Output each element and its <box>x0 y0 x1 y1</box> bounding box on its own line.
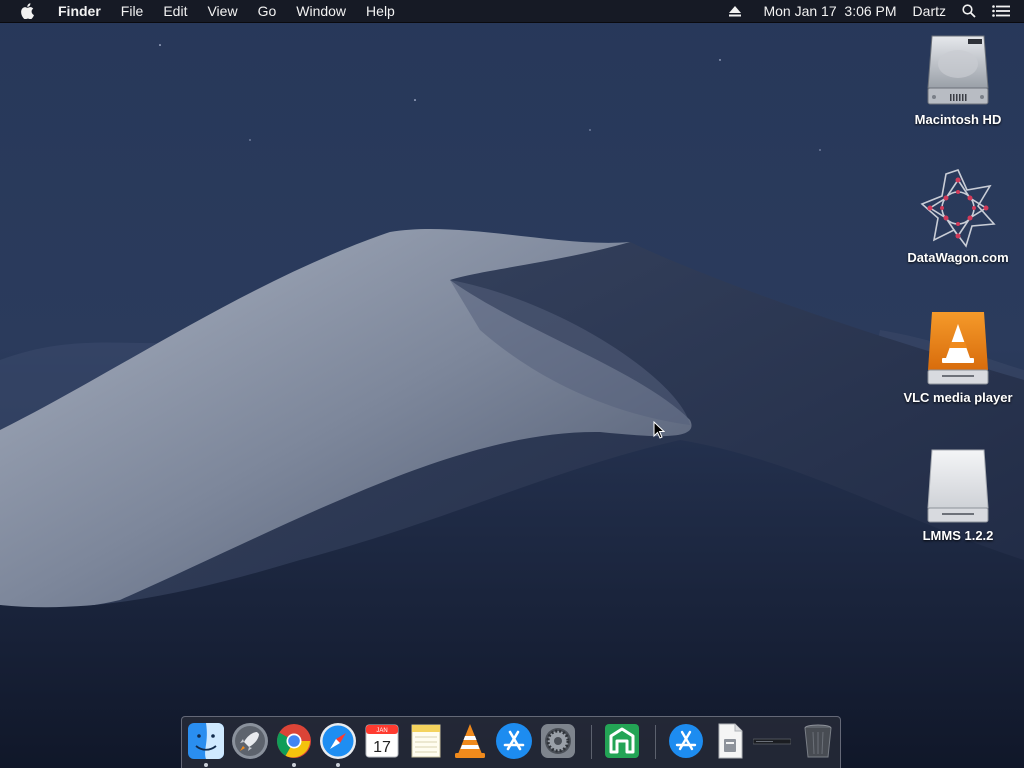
menu-window[interactable]: Window <box>286 0 356 22</box>
vlc-disk-icon <box>927 312 989 385</box>
dock-trash[interactable] <box>799 722 837 760</box>
menu-bar: Finder File Edit View Go Window Help Mon… <box>0 0 1024 23</box>
dock-system-preferences[interactable] <box>539 722 577 760</box>
dock-launchpad[interactable] <box>231 722 269 760</box>
dock-green-app[interactable] <box>603 722 641 760</box>
green-app-icon <box>605 724 639 758</box>
running-indicator <box>204 763 208 767</box>
external-disk-icon <box>927 449 989 523</box>
dock-notes[interactable] <box>407 722 445 760</box>
desktop-wallpaper <box>0 0 1024 768</box>
desktop-icon-label: LMMS 1.2.2 <box>922 528 994 543</box>
calendar-month: JAN <box>376 728 387 734</box>
menu-help[interactable]: Help <box>356 0 405 22</box>
stack-icon <box>753 738 791 745</box>
apple-menu-icon[interactable] <box>0 0 48 22</box>
desktop-icon-label: VLC media player <box>903 390 1013 405</box>
dock-stack[interactable] <box>753 722 791 760</box>
notification-center-icon[interactable] <box>984 0 1024 22</box>
finder-icon <box>188 723 224 759</box>
desktop-icon-vlc[interactable]: VLC media player <box>898 308 1018 405</box>
menu-edit[interactable]: Edit <box>153 0 197 22</box>
dock-document[interactable] <box>711 722 749 760</box>
dock-finder[interactable] <box>187 722 225 760</box>
eject-icon[interactable] <box>721 0 755 22</box>
running-indicator <box>292 763 296 767</box>
vlc-icon <box>455 724 485 758</box>
mouse-cursor-icon <box>653 421 665 439</box>
menu-go[interactable]: Go <box>248 0 287 22</box>
dock-separator <box>591 725 592 759</box>
desktop-icon-label: DataWagon.com <box>907 250 1009 265</box>
dock-vlc[interactable] <box>451 722 489 760</box>
desktop-icon-datawagon[interactable]: DataWagon.com <box>898 168 1018 265</box>
dock-safari[interactable] <box>319 722 357 760</box>
app-store-download-icon <box>669 724 703 758</box>
dock-separator <box>655 725 656 759</box>
dock-app-store[interactable] <box>495 722 533 760</box>
hard-drive-icon <box>927 35 989 105</box>
calendar-icon: JAN 17 <box>365 724 399 758</box>
dock-calendar[interactable]: JAN 17 <box>363 722 401 760</box>
calendar-day: 17 <box>373 739 391 756</box>
document-icon <box>718 723 743 759</box>
datawagon-icon <box>920 169 996 248</box>
desktop-icon-label: Macintosh HD <box>914 112 1002 127</box>
menu-app-finder[interactable]: Finder <box>48 0 111 22</box>
desktop-icon-macintosh-hd[interactable]: Macintosh HD <box>898 30 1018 127</box>
chrome-icon <box>277 724 311 758</box>
dock-downloads-stack[interactable] <box>667 722 705 760</box>
menu-view[interactable]: View <box>197 0 247 22</box>
menu-file[interactable]: File <box>111 0 154 22</box>
dock: JAN 17 <box>181 716 841 768</box>
running-indicator <box>336 763 340 767</box>
system-preferences-icon <box>541 724 575 758</box>
dock-chrome[interactable] <box>275 722 313 760</box>
launchpad-icon <box>232 723 268 759</box>
spotlight-search-icon[interactable] <box>954 0 984 22</box>
app-store-icon <box>496 723 532 759</box>
menubar-user[interactable]: Dartz <box>905 0 954 22</box>
notes-icon <box>411 724 441 758</box>
desktop-icon-lmms[interactable]: LMMS 1.2.2 <box>898 446 1018 543</box>
trash-icon <box>804 724 832 758</box>
safari-icon <box>320 723 356 759</box>
menubar-clock[interactable]: Mon Jan 17 3:06 PM <box>755 0 904 22</box>
